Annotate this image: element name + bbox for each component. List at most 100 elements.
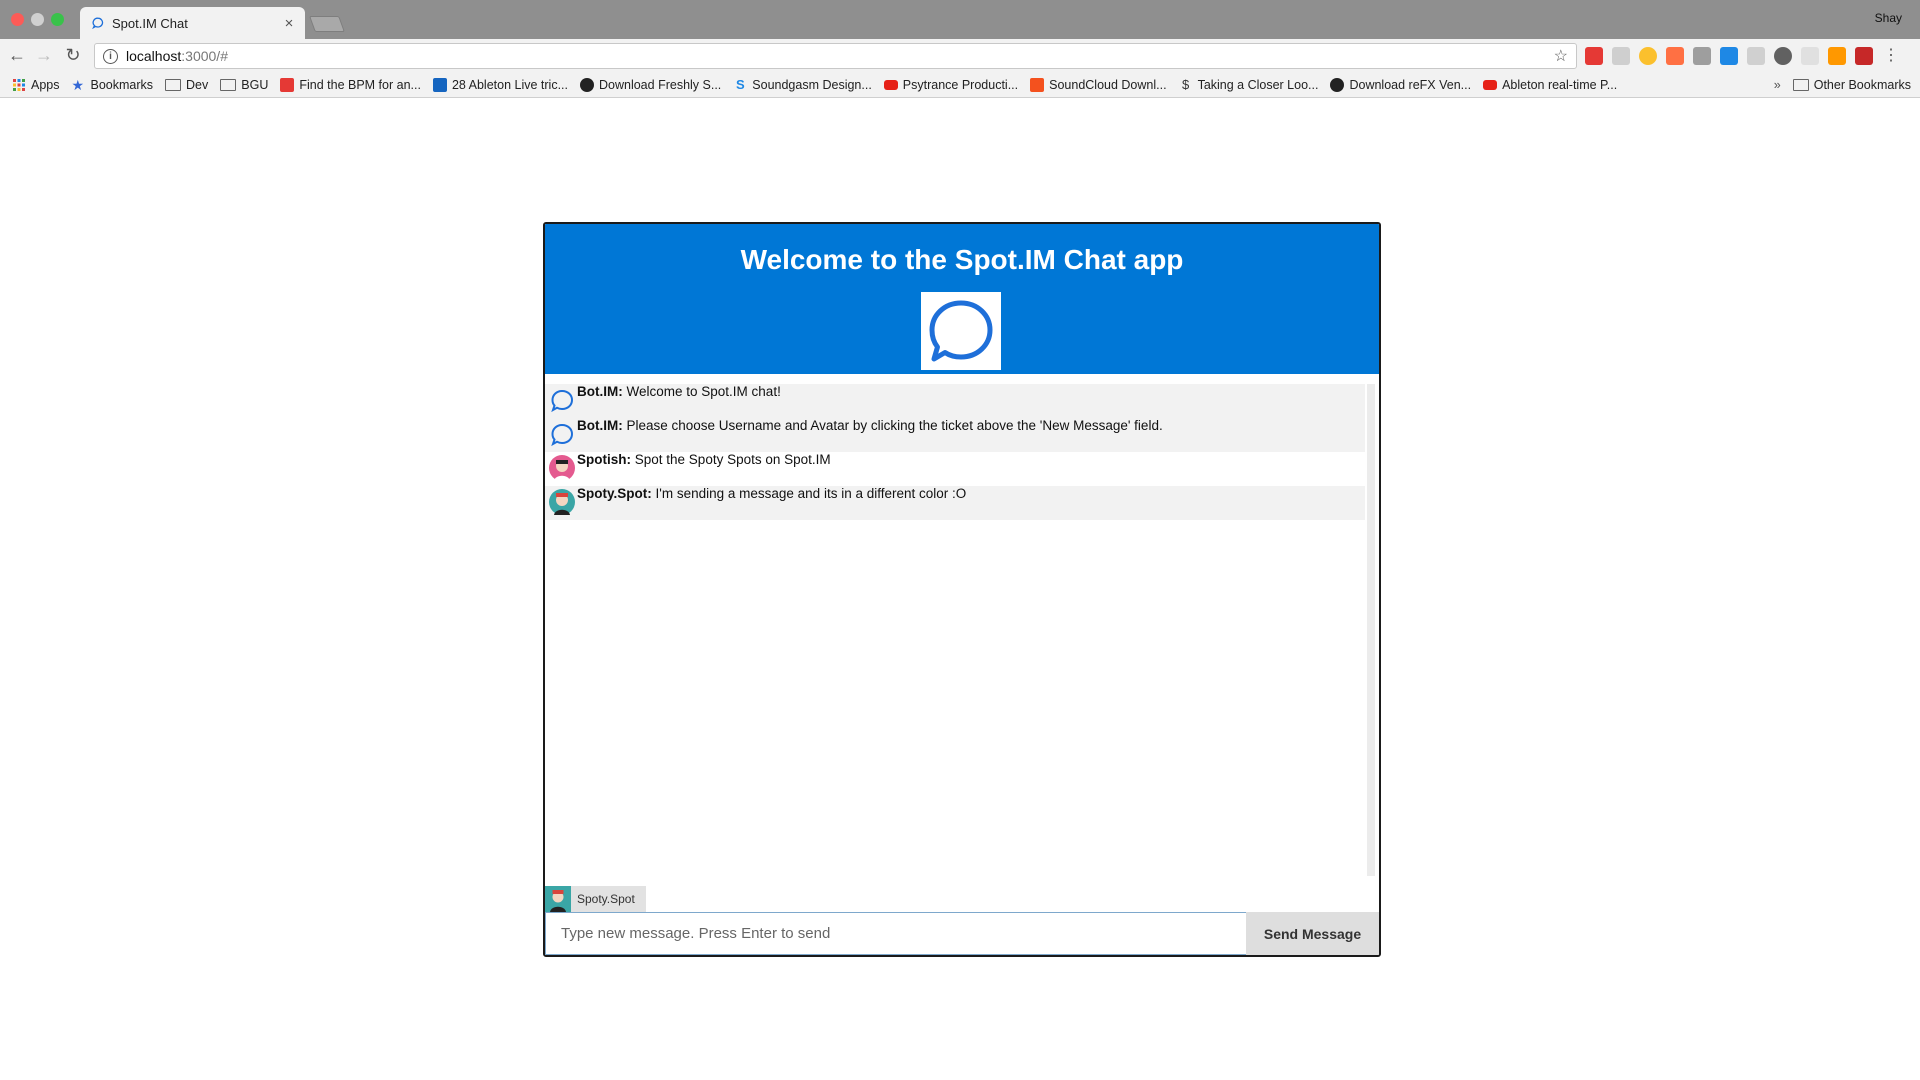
bookmark-item[interactable]: 28 Ableton Live tric... xyxy=(432,77,568,92)
new-message-input[interactable] xyxy=(545,912,1246,955)
user-ticket[interactable]: Spoty.Spot xyxy=(545,886,646,912)
message-list: Bot.IM: Welcome to Spot.IM chat! Bot.IM:… xyxy=(545,384,1365,894)
bookmark-item[interactable]: Psytrance Producti... xyxy=(883,77,1019,92)
url-host: localhost xyxy=(126,48,182,64)
bookmark-label: Psytrance Producti... xyxy=(902,77,1019,92)
chat-header: Welcome to the Spot.IM Chat app xyxy=(545,224,1379,374)
message-body: Welcome to Spot.IM chat! xyxy=(626,384,781,399)
bot-bubble-icon xyxy=(551,389,574,413)
url-path: :3000/# xyxy=(181,48,228,64)
circle-r-icon xyxy=(580,77,594,92)
s-square-icon xyxy=(1030,77,1045,92)
bookmark-folder-dev[interactable]: Dev xyxy=(165,78,208,92)
message-text: Spotish: Spot the Spoty Spots on Spot.IM xyxy=(577,452,831,467)
tab-title: Spot.IM Chat xyxy=(112,15,188,31)
message-author: Bot.IM: xyxy=(577,384,623,399)
bookmark-label: Apps xyxy=(31,77,60,92)
other-bookmarks[interactable]: » Other Bookmarks xyxy=(1774,78,1911,92)
dollar-s-icon: $ xyxy=(1181,76,1190,92)
extension-icon[interactable] xyxy=(1720,47,1738,65)
bookmark-item[interactable]: S Soundgasm Design... xyxy=(733,76,872,92)
extension-icon[interactable] xyxy=(1828,47,1846,65)
close-window-button[interactable] xyxy=(11,13,24,26)
youtube-icon xyxy=(1483,79,1498,90)
message-row: Spoty.Spot: I'm sending a message and it… xyxy=(545,486,1365,520)
bookmark-label: Find the BPM for an... xyxy=(299,77,421,92)
forward-icon[interactable]: → xyxy=(33,44,55,66)
bot-bubble-icon xyxy=(551,423,574,447)
extension-icon[interactable] xyxy=(1801,47,1819,65)
chat-title: Welcome to the Spot.IM Chat app xyxy=(740,244,1184,275)
logo xyxy=(921,292,1001,370)
bookmark-label: Ableton real-time P... xyxy=(1502,77,1618,92)
bookmark-label: SoundCloud Downl... xyxy=(1049,77,1167,92)
extension-icon[interactable] xyxy=(1693,47,1711,65)
bookmark-item[interactable]: Find the BPM for an... xyxy=(280,77,421,92)
message-body: Spot the Spoty Spots on Spot.IM xyxy=(634,452,831,467)
bolt-icon xyxy=(280,77,295,92)
bookmark-folder-bgu[interactable]: BGU xyxy=(220,78,268,92)
folder-icon xyxy=(220,78,237,91)
profile-name[interactable]: Shay xyxy=(1875,11,1902,25)
send-message-button[interactable]: Send Message xyxy=(1246,912,1379,955)
chat-window: Welcome to the Spot.IM Chat app Bot.IM: … xyxy=(543,222,1381,957)
teal-avatar xyxy=(545,886,571,912)
mr-icon xyxy=(432,77,447,92)
chat-bubble-icon xyxy=(92,17,104,29)
circle-r-icon xyxy=(1330,77,1345,92)
bookmark-item[interactable]: Download reFX Ven... xyxy=(1330,77,1472,92)
folder-icon xyxy=(165,78,182,91)
more-bookmarks-icon[interactable]: » xyxy=(1774,78,1781,92)
extension-icon[interactable] xyxy=(1612,47,1630,65)
s-icon: S xyxy=(735,76,745,92)
bookmark-item[interactable]: $ Taking a Closer Loo... xyxy=(1179,76,1319,92)
extension-icon[interactable] xyxy=(1585,47,1603,65)
address-bar[interactable]: i localhost:3000/# ☆ xyxy=(94,43,1577,69)
extension-icon[interactable] xyxy=(1666,47,1684,65)
browser-tab[interactable]: Spot.IM Chat × xyxy=(80,7,305,39)
bookmark-label: 28 Ableton Live tric... xyxy=(451,77,568,92)
bookmark-bookmarks[interactable]: ★ Bookmarks xyxy=(72,78,154,92)
youtube-icon xyxy=(883,79,898,90)
message-row: Bot.IM: Welcome to Spot.IM chat! xyxy=(545,384,1365,418)
bookmark-star-icon[interactable]: ☆ xyxy=(1554,46,1568,66)
extension-icon[interactable] xyxy=(1855,47,1873,65)
message-author: Bot.IM: xyxy=(577,418,623,433)
folder-icon xyxy=(1792,78,1809,91)
bookmark-label: Download Freshly S... xyxy=(599,77,722,92)
bookmark-item[interactable]: Download Freshly S... xyxy=(580,77,722,92)
extension-icon[interactable] xyxy=(1639,47,1657,65)
info-icon[interactable]: i xyxy=(103,48,118,64)
extension-icon[interactable] xyxy=(1747,47,1765,65)
new-tab-button[interactable] xyxy=(309,16,345,32)
message-text: Bot.IM: Please choose Username and Avata… xyxy=(577,418,1163,433)
bookmark-label: Bookmarks xyxy=(90,77,154,92)
star-icon: ★ xyxy=(71,76,85,93)
message-text: Bot.IM: Welcome to Spot.IM chat! xyxy=(577,384,781,399)
minimize-window-button[interactable] xyxy=(31,13,44,26)
message-scrollbar[interactable] xyxy=(1367,384,1375,876)
apps-grid-icon xyxy=(13,78,25,91)
message-body: Please choose Username and Avatar by cli… xyxy=(626,418,1163,433)
extensions-bar: ⋮ xyxy=(1585,47,1900,65)
maximize-window-button[interactable] xyxy=(51,13,64,26)
bookmark-apps[interactable]: Apps xyxy=(12,78,60,92)
menu-kebab-icon[interactable]: ⋮ xyxy=(1882,47,1900,65)
bookmark-label: BGU xyxy=(241,77,269,92)
back-icon[interactable]: ← xyxy=(6,44,28,66)
other-bookmarks-label: Other Bookmarks xyxy=(1813,77,1911,92)
extension-icon[interactable] xyxy=(1774,47,1792,65)
tab-close-icon[interactable]: × xyxy=(279,15,299,32)
reload-icon[interactable]: ↻ xyxy=(62,44,84,66)
chat-bubble-logo-icon xyxy=(929,300,993,362)
bookmark-item[interactable]: Ableton real-time P... xyxy=(1483,78,1617,92)
message-row: Bot.IM: Please choose Username and Avata… xyxy=(545,418,1365,452)
message-body: I'm sending a message and its in a diffe… xyxy=(655,486,967,501)
composer: Send Message xyxy=(545,912,1379,955)
bookmark-label: Download reFX Ven... xyxy=(1349,77,1472,92)
message-text: Spoty.Spot: I'm sending a message and it… xyxy=(577,486,966,501)
bookmark-item[interactable]: SoundCloud Downl... xyxy=(1030,77,1167,92)
browser-titlebar: Spot.IM Chat × Shay xyxy=(0,0,1920,39)
message-row: Spotish: Spot the Spoty Spots on Spot.IM xyxy=(545,452,1365,486)
browser-toolbar: ← → ↻ i localhost:3000/# ☆ ⋮ xyxy=(0,39,1920,72)
